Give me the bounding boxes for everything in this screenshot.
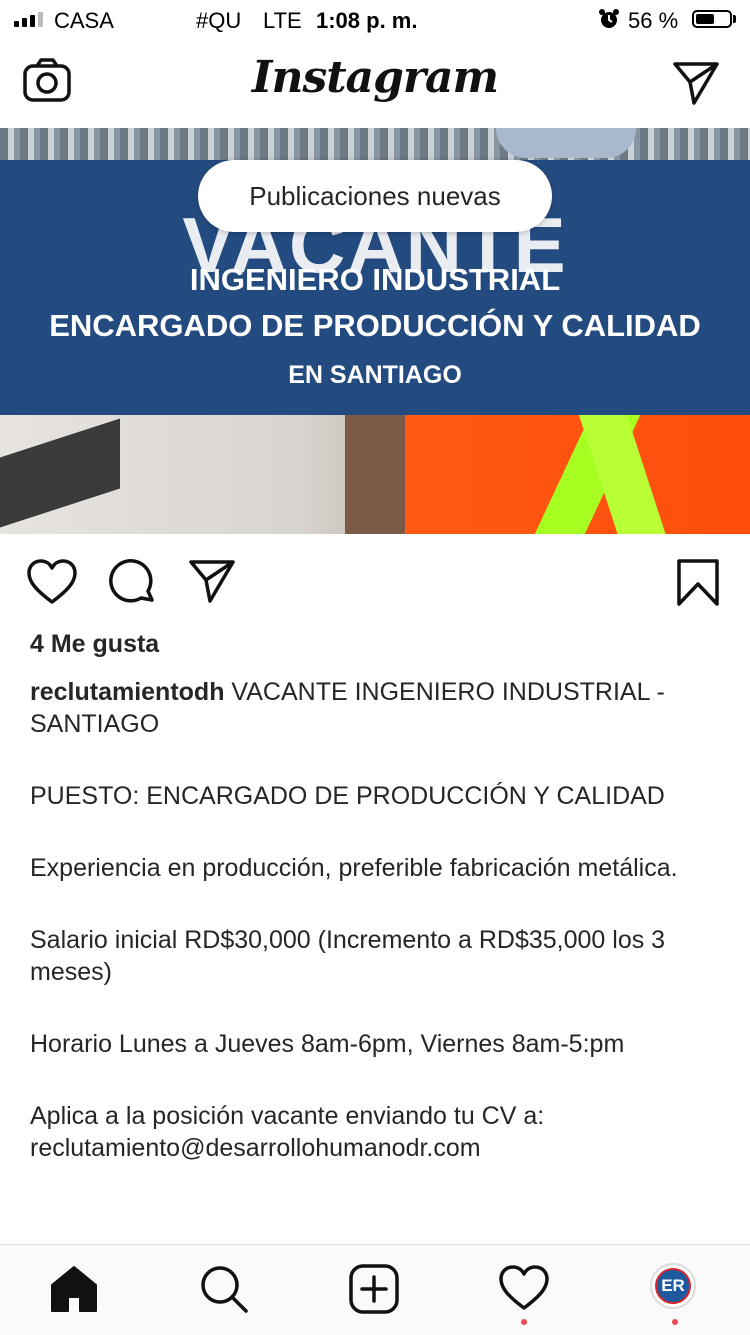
avatar-initials: ER (655, 1268, 691, 1304)
network-name: #QU (196, 8, 242, 33)
profile-avatar[interactable]: ER (650, 1263, 706, 1319)
battery-tip (733, 15, 736, 23)
image-helmet (496, 128, 636, 158)
battery-percent: 56 % (628, 8, 679, 33)
image-scaffold-strip (0, 128, 750, 160)
clock: 1:08 p. m. (316, 8, 418, 33)
activity-notification-dot (521, 1319, 527, 1325)
bottom-navigation: ER (0, 1244, 750, 1335)
signal-icon (14, 12, 43, 27)
paper-plane-icon[interactable] (188, 558, 236, 609)
bookmark-icon[interactable] (676, 558, 720, 613)
app-header: Instagram (0, 42, 750, 128)
status-bar: CASA #QU LTE 1:08 p. m. 56 % (0, 0, 750, 42)
caption-paragraph: Horario Lunes a Jueves 8am-6pm, Viernes … (30, 1030, 625, 1058)
image-title-line-3: EN SANTIAGO (288, 361, 462, 389)
alarm-icon (598, 8, 620, 36)
image-title-line-1: INGENIERO INDUSTRIAL (189, 262, 561, 297)
search-icon[interactable] (198, 1263, 254, 1319)
network-type: LTE (263, 8, 302, 33)
home-icon[interactable] (48, 1263, 104, 1319)
comment-icon[interactable] (108, 558, 156, 611)
avatar: ER (650, 1263, 696, 1309)
battery-icon (692, 10, 732, 28)
profile-notification-dot (672, 1319, 678, 1325)
caption-paragraph: PUESTO: ENCARGADO DE PRODUCCIÓN Y CALIDA… (30, 782, 665, 810)
caption-first-paragraph: reclutamientodh VACANTE INGENIERO INDUST… (30, 676, 730, 740)
caption-paragraph: Salario inicial RD$30,000 (Incremento a … (30, 926, 666, 986)
add-post-icon[interactable] (348, 1263, 404, 1319)
image-title-line-2: ENCARGADO DE PRODUCCIÓN Y CALIDAD (49, 308, 701, 343)
post-caption: reclutamientodh VACANTE INGENIERO INDUST… (30, 676, 730, 1204)
heart-icon[interactable] (26, 558, 78, 611)
likes-count[interactable]: 4 Me gusta (30, 630, 159, 659)
activity-heart-icon[interactable] (498, 1263, 554, 1319)
instagram-logo: Instagram (251, 52, 499, 103)
caption-username[interactable]: reclutamientodh (30, 678, 224, 706)
direct-message-button[interactable] (672, 60, 720, 111)
carrier-name: CASA (54, 8, 114, 33)
camera-icon[interactable] (22, 58, 72, 109)
caption-paragraph: Aplica a la posición vacante enviando tu… (30, 1102, 545, 1162)
new-posts-pill[interactable]: Publicaciones nuevas (198, 160, 552, 232)
image-worker-arm (345, 415, 405, 534)
post-actions (0, 534, 750, 630)
caption-paragraph: Experiencia en producción, preferible fa… (30, 854, 678, 882)
